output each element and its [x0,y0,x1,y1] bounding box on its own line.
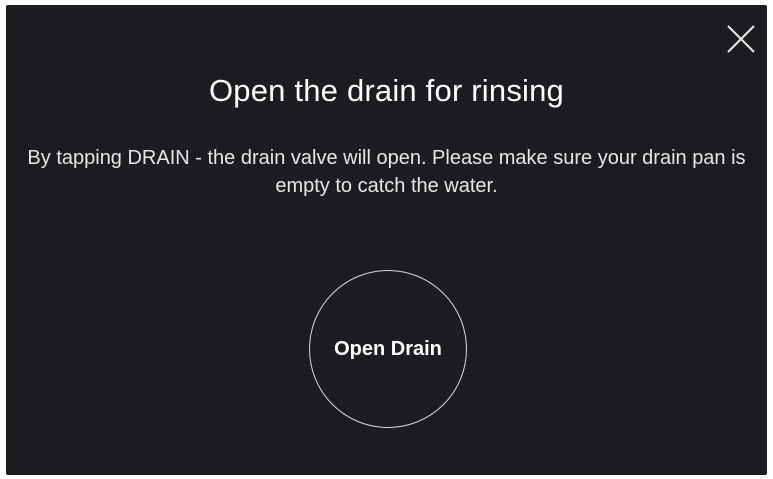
close-button[interactable] [721,19,761,59]
open-drain-button[interactable]: Open Drain [309,270,467,428]
close-icon [727,25,755,53]
drain-dialog: Open the drain for rinsing By tapping DR… [6,5,767,475]
dialog-message: By tapping DRAIN - the drain valve will … [27,147,746,197]
open-drain-label: Open Drain [334,337,442,360]
dialog-title: Open the drain for rinsing [208,73,564,108]
